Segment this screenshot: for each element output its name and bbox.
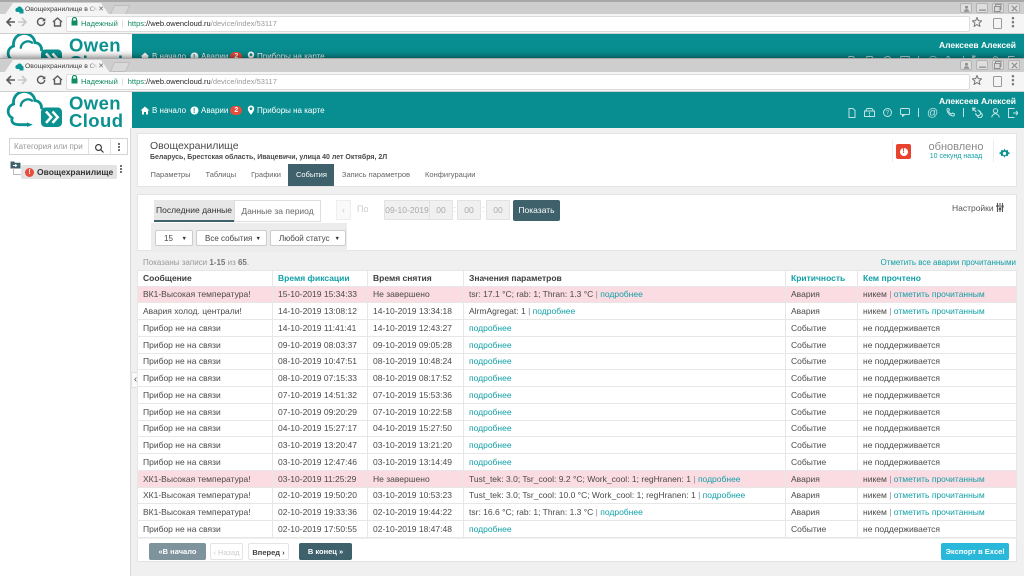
svg-text:@: @ (927, 107, 938, 118)
svg-text:!: ! (193, 108, 195, 115)
svg-text:Cloud: Cloud (69, 110, 123, 128)
